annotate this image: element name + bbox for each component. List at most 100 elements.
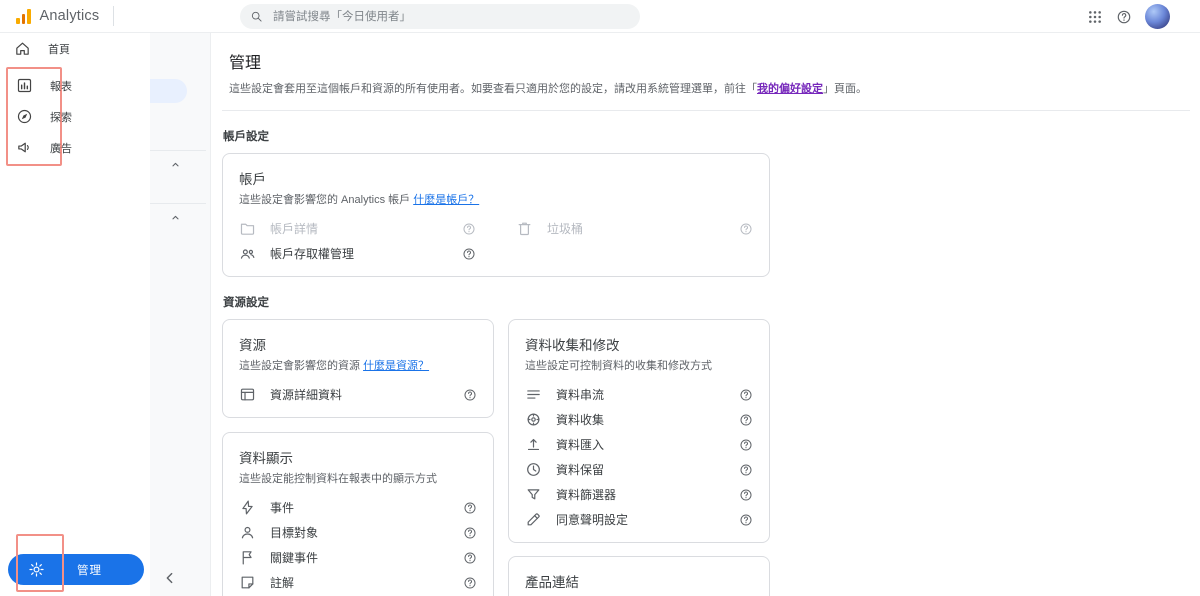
analytics-home-link[interactable]: Analytics: [0, 8, 99, 24]
help-icon[interactable]: [739, 488, 753, 502]
subtitle-text: 這些設定會套用至這個帳戶和資源的所有使用者。如要查看只適用於您的設定，請改用系統…: [229, 83, 757, 95]
item-annotations[interactable]: 註解: [239, 570, 477, 595]
card-title: 資料顯示: [239, 451, 293, 466]
apps-grid-button[interactable]: [1087, 9, 1103, 25]
apps-grid-icon: [1087, 9, 1103, 25]
page-subtitle: 這些設定會套用至這個帳戶和資源的所有使用者。如要查看只適用於您的設定，請改用系統…: [229, 82, 1200, 97]
card-title: 資源: [239, 338, 266, 353]
item-label: 垃圾桶: [547, 222, 584, 236]
help-icon[interactable]: [462, 247, 476, 261]
topbar: Analytics: [0, 0, 1200, 33]
data-display-card: 資料顯示 這些設定能控制資料在報表中的顯示方式 事件 目標對象 關鍵事件 註解: [222, 432, 494, 596]
product-links-card: 產品連結 您可以在這裡管理各項產品整合狀態和連結 Google AdSense …: [508, 556, 770, 596]
topbar-actions: [1087, 0, 1200, 33]
help-icon: [1116, 9, 1132, 25]
item-data-filters[interactable]: 資料篩選器: [525, 482, 753, 507]
gear-icon: [28, 561, 45, 578]
property-card: 資源 這些設定會影響您的資源 什麼是資源？ 資源詳細資料: [222, 319, 494, 418]
help-button[interactable]: [1116, 9, 1132, 25]
item-trash-can[interactable]: 垃圾桶: [516, 216, 753, 241]
home-icon: [14, 40, 31, 57]
help-icon[interactable]: [463, 576, 477, 590]
what-is-account-link[interactable]: 什麼是帳戶？: [413, 194, 479, 206]
item-label: 目標對象: [270, 526, 319, 540]
chevron-left-icon: [162, 570, 178, 586]
nav-item-advertising[interactable]: 廣告: [8, 132, 72, 163]
item-label: 資料串流: [556, 388, 605, 402]
item-label: 資料匯入: [556, 438, 605, 452]
section-label-account: 帳戶設定: [223, 131, 269, 143]
card-description: 這些設定可控制資料的收集和修改方式: [525, 360, 712, 372]
search-input[interactable]: [271, 9, 611, 24]
upload-icon: [525, 436, 542, 453]
browser-icon: [239, 386, 256, 403]
subtitle-text: 」頁面。: [823, 83, 867, 95]
card-title: 帳戶: [239, 172, 266, 187]
nav-item-home[interactable]: 首頁: [0, 33, 150, 64]
item-account-access[interactable]: 帳戶存取權管理: [239, 241, 476, 266]
item-data-import[interactable]: 資料匯入: [525, 432, 753, 457]
help-icon[interactable]: [463, 551, 477, 565]
item-label: 帳戶詳情: [270, 222, 319, 236]
property-cards-columns: 資源 這些設定會影響您的資源 什麼是資源？ 資源詳細資料 資料顯示 這些設定能控…: [222, 319, 1200, 596]
item-data-collection[interactable]: 資料收集: [525, 407, 753, 432]
item-label: 資料收集: [556, 413, 605, 427]
collapse-section-button[interactable]: [170, 212, 181, 223]
help-icon[interactable]: [739, 438, 753, 452]
account-card: 帳戶 這些設定會影響您的 Analytics 帳戶 什麼是帳戶？ 帳戶詳情 垃圾…: [222, 153, 770, 277]
help-icon[interactable]: [739, 388, 753, 402]
nav-item-label: 廣告: [50, 142, 72, 155]
item-account-details[interactable]: 帳戶詳情: [239, 216, 476, 241]
item-label: 關鍵事件: [270, 551, 319, 565]
chevron-up-icon: [170, 212, 181, 223]
item-consent-settings[interactable]: 同意聲明設定: [525, 507, 753, 532]
item-label: 資料篩選器: [556, 488, 617, 502]
retention-icon: [525, 461, 542, 478]
collapse-panel-button[interactable]: [162, 570, 178, 586]
item-label: 註解: [270, 576, 295, 590]
item-data-retention[interactable]: 資料保留: [525, 457, 753, 482]
red-highlight-box-nav: 報表 探索 廣告: [6, 67, 72, 166]
item-key-events[interactable]: 關鍵事件: [239, 545, 477, 570]
card-description-text: 這些設定會影響您的 Analytics 帳戶: [239, 194, 411, 206]
left-nav-rail: 首頁 報表 探索 廣告: [0, 33, 150, 596]
item-label: 資源詳細資料: [270, 388, 343, 402]
item-data-streams[interactable]: 資料串流: [525, 382, 753, 407]
selected-nav-pill[interactable]: [150, 79, 187, 103]
item-audiences[interactable]: 目標對象: [239, 520, 477, 545]
help-icon[interactable]: [463, 526, 477, 540]
help-icon[interactable]: [463, 388, 477, 402]
help-icon[interactable]: [739, 413, 753, 427]
nav-item-reports[interactable]: 報表: [8, 70, 72, 101]
people-icon: [239, 245, 256, 262]
ads-icon: [16, 139, 33, 156]
search-bar[interactable]: [240, 4, 640, 29]
note-icon: [239, 574, 256, 591]
card-title: 資料收集和修改: [525, 338, 620, 353]
secondary-nav-panel: [150, 33, 211, 596]
admin-button-label: 管理: [77, 564, 102, 577]
topbar-divider: [113, 6, 115, 26]
item-events[interactable]: 事件: [239, 495, 477, 520]
help-icon[interactable]: [739, 222, 753, 236]
ga-admin-page: Analytics 首頁 報表: [0, 0, 1200, 596]
explore-icon: [16, 108, 33, 125]
account-avatar[interactable]: [1145, 4, 1170, 29]
item-property-details[interactable]: 資源詳細資料: [239, 382, 477, 407]
nav-item-explore[interactable]: 探索: [8, 101, 72, 132]
content-divider: [222, 110, 1190, 111]
left-column: 資源 這些設定會影響您的資源 什麼是資源？ 資源詳細資料 資料顯示 這些設定能控…: [222, 319, 494, 596]
admin-button[interactable]: 管理: [8, 554, 144, 585]
help-icon[interactable]: [739, 463, 753, 477]
my-preferences-link[interactable]: 我的偏好設定: [757, 83, 823, 95]
help-icon[interactable]: [462, 222, 476, 236]
help-icon[interactable]: [739, 513, 753, 527]
stream-icon: [525, 386, 542, 403]
trash-icon: [516, 220, 533, 237]
flag-icon: [239, 549, 256, 566]
product-name: Analytics: [39, 8, 100, 24]
panel-divider: [150, 203, 206, 204]
help-icon[interactable]: [463, 501, 477, 515]
collapse-section-button[interactable]: [170, 159, 181, 170]
what-is-property-link[interactable]: 什麼是資源？: [363, 360, 429, 372]
